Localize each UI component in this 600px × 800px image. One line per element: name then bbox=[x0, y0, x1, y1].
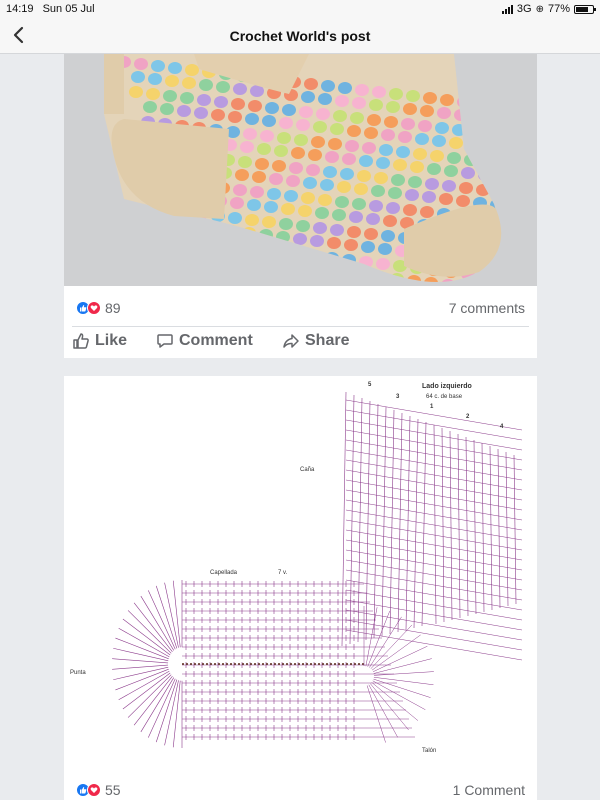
chart-label-seven: 7 v. bbox=[278, 570, 288, 576]
chart-label-n5: 5 bbox=[368, 382, 372, 388]
love-reaction-icon bbox=[87, 783, 101, 797]
reaction-summary: 89 7 comments bbox=[76, 298, 525, 320]
reactions-button[interactable]: 55 bbox=[76, 782, 121, 798]
share-icon bbox=[283, 334, 299, 348]
like-label: Like bbox=[95, 332, 128, 349]
love-reaction-icon bbox=[87, 301, 101, 315]
comments-count-link[interactable]: 7 comments bbox=[449, 300, 525, 316]
share-button[interactable]: Share bbox=[282, 332, 349, 350]
comment-label: Comment bbox=[179, 332, 253, 349]
chart-label-capellada: Capellada bbox=[210, 570, 238, 576]
battery-percent: 77% bbox=[547, 3, 570, 15]
comment-icon bbox=[157, 334, 173, 348]
nav-bar: Crochet World's post bbox=[0, 18, 600, 54]
post-card: Lado izquierdo 64 c. de base Caña Capell… bbox=[64, 376, 537, 800]
chart-label-cana: Caña bbox=[300, 467, 315, 473]
chart-label-n3: 3 bbox=[396, 394, 400, 400]
page-title: Crochet World's post bbox=[229, 28, 371, 44]
divider bbox=[72, 326, 529, 327]
post-actions: Like Comment Share bbox=[64, 330, 537, 356]
crochet-sock-photo[interactable] bbox=[64, 54, 537, 286]
status-date: Sun 05 Jul bbox=[42, 3, 95, 15]
chart-label-lado: Lado izquierdo bbox=[422, 383, 472, 390]
status-bar: 14:19 Sun 05 Jul 3G ⊕ 77% bbox=[0, 0, 600, 18]
reaction-count: 89 bbox=[105, 300, 121, 316]
like-button[interactable]: Like bbox=[72, 332, 127, 350]
status-time: 14:19 bbox=[6, 3, 34, 15]
signal-icon bbox=[501, 4, 513, 14]
post-card: 89 7 comments Like Comment Share bbox=[64, 54, 537, 358]
sock-crochet-chart[interactable]: Lado izquierdo 64 c. de base Caña Capell… bbox=[64, 376, 537, 768]
lock-rotation-icon: ⊕ bbox=[535, 3, 544, 15]
comments-count-link[interactable]: 1 Comment bbox=[453, 782, 525, 798]
chart-label-n1: 1 bbox=[430, 404, 434, 410]
reactions-button[interactable]: 89 bbox=[76, 300, 121, 316]
chart-stitch-lines bbox=[112, 391, 523, 748]
chart-label-n2: 2 bbox=[466, 414, 470, 420]
reaction-summary: 55 1 Comment bbox=[76, 780, 525, 800]
reaction-count: 55 bbox=[105, 782, 121, 798]
comment-button[interactable]: Comment bbox=[156, 332, 253, 350]
chart-label-punta: Punta bbox=[70, 670, 86, 676]
thumbs-up-icon bbox=[73, 333, 89, 349]
network-label: 3G bbox=[516, 3, 532, 15]
battery-icon bbox=[574, 4, 596, 14]
share-label: Share bbox=[305, 332, 350, 349]
battery-fill bbox=[576, 6, 589, 12]
chart-label-base: 64 c. de base bbox=[426, 394, 463, 400]
chart-label-talon: Talón bbox=[422, 748, 436, 754]
